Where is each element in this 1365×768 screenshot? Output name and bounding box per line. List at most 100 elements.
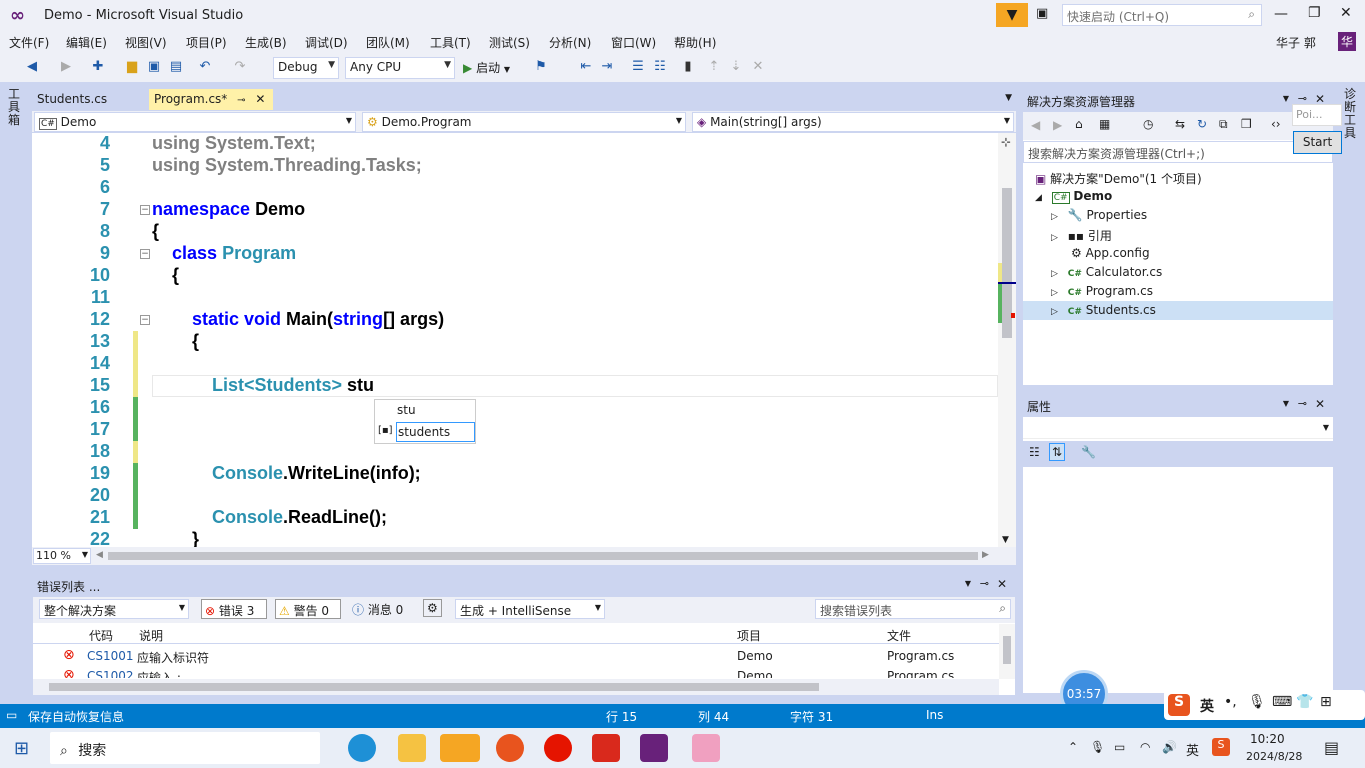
expand-arrow-icon[interactable]: ▷ (1051, 269, 1058, 279)
config-select[interactable]: Debug ▼ (273, 57, 339, 79)
close-icon[interactable]: ✕ (997, 577, 1007, 591)
split-icon[interactable]: ⊹ (1001, 135, 1011, 149)
member-dropdown[interactable]: ◈ Main(string[] args) ▼ (692, 112, 1014, 132)
forward-icon[interactable]: ▶ (58, 59, 74, 75)
students-node[interactable]: ▷ C# Students.cs (1051, 303, 1156, 317)
chevron-down-icon[interactable]: ▼ (965, 579, 971, 588)
feedback-icon[interactable]: ▣ (1036, 6, 1048, 21)
bookmark-clear-icon[interactable]: ✕ (750, 59, 766, 75)
menu-view[interactable]: 视图(V) (125, 34, 167, 51)
step-over-icon[interactable]: ⇥ (599, 59, 615, 75)
tab-students[interactable]: Students.cs (32, 89, 144, 110)
vertical-scrollbar[interactable]: ⊹ ▼ (998, 133, 1016, 547)
visual-studio-icon[interactable] (640, 734, 668, 762)
overlay-start-button[interactable]: Start (1293, 131, 1342, 154)
clock-time[interactable]: 10:20 (1250, 732, 1285, 746)
account-badge-icon[interactable]: 华 (1338, 32, 1357, 51)
code-line[interactable]: static void Main(string[] args) (152, 309, 444, 330)
class-dropdown[interactable]: ⚙ Demo.Program ▼ (362, 112, 686, 132)
fold-namespace-icon[interactable]: − (140, 205, 150, 215)
overlay-input[interactable]: Poi... (1292, 104, 1342, 126)
calculator-node[interactable]: ▷ C# Calculator.cs (1051, 265, 1162, 279)
property-pages-icon[interactable]: 🔧 (1081, 445, 1096, 459)
code-line[interactable]: Console.ReadLine(); (152, 507, 387, 528)
keyboard-icon[interactable]: ⌨ (1272, 694, 1292, 710)
hscroll-thumb[interactable] (49, 683, 819, 691)
comment-icon[interactable]: ☰ (630, 59, 646, 75)
collapse-all-icon[interactable]: ⧉ (1219, 117, 1228, 132)
mic-tray-icon[interactable]: 🎙 (1090, 740, 1105, 754)
filter-icon[interactable]: ⚙ (423, 599, 442, 617)
ime-toolbar[interactable]: S 英 •, 🎙 ⌨ 👕 ⊞ (1164, 690, 1365, 720)
menu-edit[interactable]: 编辑(E) (66, 34, 107, 51)
scroll-down-icon[interactable]: ▼ (1002, 535, 1009, 545)
quick-launch-input[interactable]: 快速启动 (Ctrl+Q) ⌕ (1062, 4, 1262, 26)
volume-icon[interactable]: 🔊 (1162, 740, 1177, 754)
bookmark-icon[interactable]: ▮ (680, 59, 696, 75)
browser-link-icon[interactable]: ⚑ (533, 59, 549, 75)
completion-item[interactable]: stu (397, 403, 416, 417)
code-line[interactable]: } (152, 529, 199, 547)
bookmark-next-icon[interactable]: ⇣ (728, 59, 744, 75)
error-code[interactable]: CS1001 (87, 649, 134, 663)
wifi-icon[interactable]: ◠ (1140, 740, 1150, 754)
menu-file[interactable]: 文件(F) (9, 34, 49, 51)
step-icon[interactable]: ⇤ (578, 59, 594, 75)
expand-arrow-icon[interactable]: ▷ (1051, 233, 1058, 243)
user-name[interactable]: 华子 郭 (1276, 34, 1316, 51)
skin-icon[interactable]: 👕 (1296, 694, 1313, 710)
home-icon[interactable]: ⌂ (1075, 117, 1083, 131)
table-row[interactable]: ⊗ CS1002 应输入 ; Demo Program.cs (33, 666, 999, 678)
expand-arrow-icon[interactable]: ▷ (1051, 307, 1058, 317)
chevron-down-icon[interactable]: ▼ (1283, 399, 1289, 408)
app-config-node[interactable]: ⚙ App.config (1071, 246, 1150, 260)
menu-tools[interactable]: 工具(T) (430, 34, 471, 51)
toolbox-rail[interactable]: 工具箱 (0, 84, 30, 700)
error-search-input[interactable]: 搜索错误列表 ⌕ (815, 599, 1011, 619)
tab-overflow-icon[interactable]: ▼ (1005, 93, 1012, 103)
undo-icon[interactable]: ↶ (197, 59, 213, 75)
tab-program[interactable]: Program.cs* ⊸ ✕ (149, 89, 273, 110)
close-icon[interactable]: ✕ (255, 92, 265, 106)
app-icon[interactable] (544, 734, 572, 762)
new-project-icon[interactable]: ✚ (90, 59, 106, 75)
ime-language[interactable]: 英 (1200, 696, 1214, 716)
menu-test[interactable]: 测试(S) (489, 34, 530, 51)
close-icon[interactable]: ✕ (1315, 397, 1325, 411)
tray-language[interactable]: 英 (1186, 740, 1199, 759)
start-button[interactable]: ▶ 启动 ▼ (463, 59, 510, 76)
code-line[interactable]: Console.WriteLine(info); (152, 463, 421, 484)
source-select[interactable]: 生成 + IntelliSense ▼ (455, 599, 605, 619)
bookmark-prev-icon[interactable]: ⇡ (706, 59, 722, 75)
platform-select[interactable]: Any CPU ▼ (345, 57, 455, 79)
code-line[interactable]: { (152, 331, 199, 352)
expand-arrow-icon[interactable]: ▷ (1051, 288, 1058, 298)
table-row[interactable]: ⊗ CS1001 应输入标识符 Demo Program.cs (33, 646, 999, 666)
code-editor[interactable]: 4 using System.Text; 5 using System.Threadi… (32, 133, 998, 547)
error-hscrollbar[interactable] (33, 679, 999, 695)
wps-icon[interactable] (592, 734, 620, 762)
errors-filter-button[interactable]: ⊗ 错误 3 (201, 599, 267, 619)
save-all-icon[interactable]: ▤ (168, 59, 184, 75)
notification-icon[interactable]: ▤ (1324, 738, 1339, 757)
error-code[interactable]: CS1002 (87, 669, 134, 678)
refresh-icon[interactable]: ↻ (1197, 117, 1207, 131)
history-icon[interactable]: ◷ (1143, 117, 1153, 131)
warnings-filter-button[interactable]: ⚠ 警告 0 (275, 599, 341, 619)
menu-window[interactable]: 窗口(W) (611, 34, 656, 51)
maximize-button[interactable]: ❐ (1308, 5, 1321, 21)
menu-team[interactable]: 团队(M) (366, 34, 410, 51)
sync-icon[interactable]: ⇆ (1175, 117, 1185, 131)
app-icon[interactable] (496, 734, 524, 762)
zoom-select[interactable]: 110 % ▼ (33, 548, 91, 564)
horizontal-scrollbar[interactable]: 110 % ▼ ◀ ▶ (32, 547, 1016, 565)
fold-method-icon[interactable]: − (140, 315, 150, 325)
diagnostics-rail[interactable]: 诊断工具 (1336, 84, 1365, 700)
properties-node[interactable]: ▷ 🔧 Properties (1051, 208, 1147, 222)
solution-node[interactable]: ▣ 解决方案"Demo"(1 个项目) (1035, 170, 1202, 187)
tray-arrow-icon[interactable]: ⌃ (1068, 740, 1078, 754)
code-line[interactable]: using System.Text; (152, 133, 316, 154)
scroll-left-icon[interactable]: ◀ (96, 550, 103, 560)
expand-arrow-icon[interactable]: ▷ (1051, 212, 1058, 222)
filter-icon[interactable]: ▼ (996, 3, 1028, 27)
